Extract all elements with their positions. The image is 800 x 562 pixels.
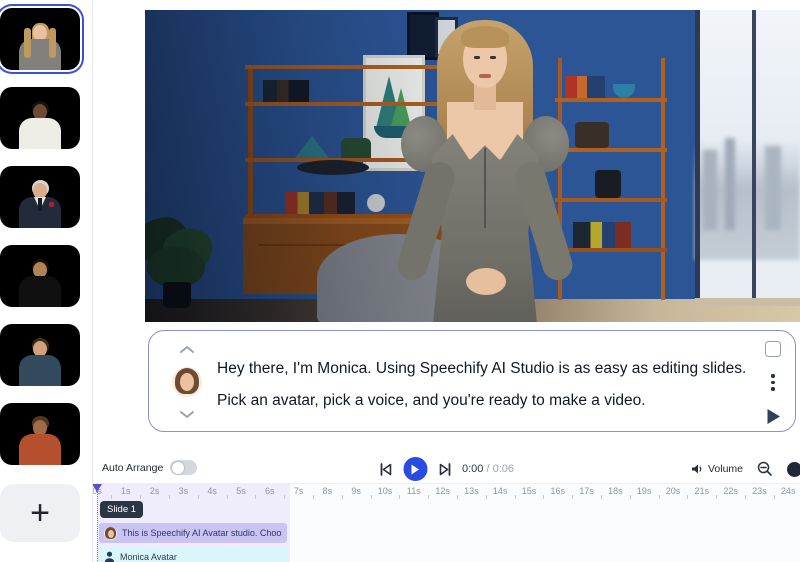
avatar-thumbnail-monica-gray-dress[interactable]	[0, 8, 80, 70]
avatar-thumbnail-man-white-shirt[interactable]	[0, 87, 80, 149]
skip-to-end-button[interactable]	[438, 462, 451, 476]
zoom-out-icon[interactable]	[757, 461, 773, 477]
script-box: Hey there, I'm Monica. Using Speechify A…	[148, 330, 796, 432]
play-icon	[411, 464, 419, 474]
skip-to-start-button[interactable]	[379, 462, 392, 476]
clip-avatar-icon	[104, 526, 117, 540]
presenter-avatar-monica	[385, 18, 585, 322]
avatar-clip[interactable]: Monica Avatar	[99, 547, 287, 562]
avatar-thumbnail-man-navy-polo[interactable]	[0, 324, 80, 386]
speaker-icon	[691, 464, 702, 474]
more-options-icon[interactable]	[769, 372, 776, 392]
window	[695, 10, 800, 306]
left-shelf	[248, 65, 253, 237]
speaker-avatar[interactable]	[172, 367, 202, 397]
volume-label: Volume	[707, 463, 743, 475]
time-display: 0:00 / 0:06	[461, 463, 515, 475]
add-avatar-button[interactable]: +	[0, 484, 80, 542]
avatar-thumbnail-man-black-tshirt[interactable]	[0, 245, 80, 307]
chevron-down-icon[interactable]	[179, 410, 195, 419]
volume-button[interactable]: Volume	[691, 463, 743, 475]
chevron-up-icon[interactable]	[179, 345, 195, 354]
avatar-sidebar: +	[0, 0, 93, 562]
script-text[interactable]: Hey there, I'm Monica. Using Speechify A…	[217, 353, 765, 417]
auto-arrange-label: Auto Arrange	[102, 461, 164, 474]
avatar-thumbnail-older-man-suit[interactable]	[0, 166, 80, 228]
play-button[interactable]	[402, 457, 427, 481]
desk-lamp	[297, 160, 369, 175]
person-icon	[104, 551, 115, 562]
zoom-slider-knob[interactable]	[787, 461, 800, 477]
video-preview[interactable]	[145, 10, 800, 322]
avatar-thumbnail-woman-orange-dress[interactable]	[0, 403, 80, 465]
playback-controls: Auto Arrange 0:00 / 0:06 Volume	[93, 455, 800, 483]
script-clip[interactable]: This is Speechify AI Avatar studio. Choo…	[99, 523, 287, 543]
timeline: 0s 1s 2s 3s 4s 5s 6s 7s 8s 9s 10s 11s 12s 13s 14s 15s 16…	[93, 483, 800, 562]
auto-arrange-toggle[interactable]	[170, 460, 198, 475]
app-window: + Hey there, I'm Monica. Using Speechify…	[0, 0, 800, 562]
timeline-ruler[interactable]: 0s 1s 2s 3s 4s 5s 6s 7s 8s 9s 10s 11s 12s 13s 14s 15s 16…	[93, 484, 800, 502]
slide-badge[interactable]: Slide 1	[100, 501, 144, 518]
script-checkbox[interactable]	[765, 341, 781, 357]
play-script-icon[interactable]	[766, 408, 781, 425]
